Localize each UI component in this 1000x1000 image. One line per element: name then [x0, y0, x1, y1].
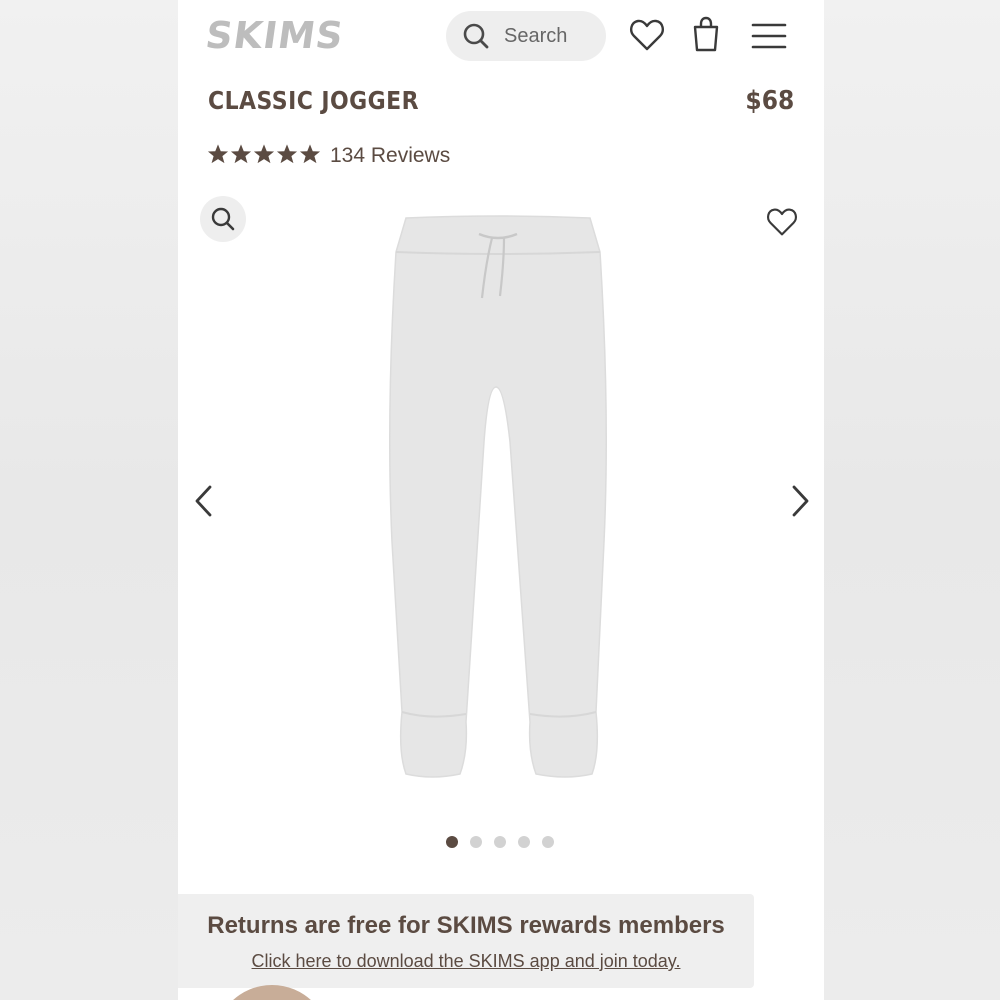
favorite-heart-icon[interactable]: [766, 207, 798, 237]
pagination-dot[interactable]: [446, 836, 458, 848]
pagination-dot[interactable]: [518, 836, 530, 848]
pagination-dot[interactable]: [470, 836, 482, 848]
search-label: Search: [504, 24, 568, 47]
zoom-button[interactable]: [200, 196, 246, 242]
shopping-bag-icon[interactable]: [692, 16, 720, 54]
menu-icon[interactable]: [751, 22, 787, 50]
product-price: $68: [745, 86, 794, 116]
zoom-icon: [211, 207, 235, 231]
background-left: [0, 0, 178, 1000]
skims-logo[interactable]: SKIMS: [203, 14, 347, 57]
star-icon: [253, 144, 275, 164]
pagination-dot[interactable]: [542, 836, 554, 848]
product-title: CLASSIC JOGGER: [208, 86, 420, 115]
star-icon: [276, 144, 298, 164]
background-right: [824, 0, 1000, 1000]
wishlist-heart-icon[interactable]: [629, 18, 665, 52]
search-icon: [463, 23, 489, 49]
product-image-jogger[interactable]: [386, 212, 610, 782]
download-app-link[interactable]: Click here to download the SKIMS app and…: [178, 951, 754, 972]
rewards-banner-title: Returns are free for SKIMS rewards membe…: [207, 912, 725, 939]
rewards-banner: Returns are free for SKIMS rewards membe…: [178, 894, 754, 988]
product-page: SKIMS Search CLASSIC JOGGER $68 134 Revi…: [178, 0, 824, 1000]
star-icon: [207, 144, 229, 164]
image-pagination: [446, 836, 554, 848]
next-image-arrow-icon[interactable]: [788, 484, 812, 518]
search-bar[interactable]: Search: [446, 11, 606, 61]
pagination-dot[interactable]: [494, 836, 506, 848]
star-icon: [299, 144, 321, 164]
star-rating[interactable]: [207, 143, 321, 165]
review-count-link[interactable]: 134 Reviews: [330, 144, 450, 168]
previous-image-arrow-icon[interactable]: [192, 484, 216, 518]
star-icon: [230, 144, 252, 164]
